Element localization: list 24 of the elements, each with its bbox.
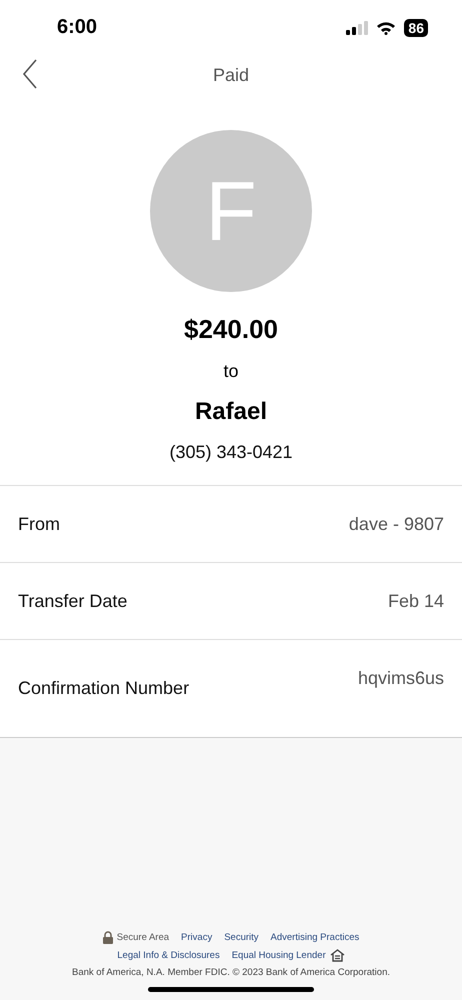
footer-link[interactable]: Security: [224, 932, 259, 943]
to-label: to: [223, 361, 238, 382]
detail-label: From: [18, 514, 60, 534]
amount: $240.00: [184, 314, 278, 345]
wifi-icon: [376, 20, 396, 34]
status-time: 6:00: [57, 16, 98, 39]
page-title: Paid: [212, 64, 250, 86]
battery-level: 86: [404, 18, 428, 36]
secure-area-label: Secure Area: [116, 932, 170, 943]
signal-icon: [346, 20, 368, 34]
detail-value: hqvims6us: [358, 668, 444, 689]
footer-link[interactable]: Advertising Practices: [270, 932, 360, 943]
recipient-name: Rafael: [194, 398, 268, 426]
footer-link[interactable]: Equal Housing Lender: [232, 950, 326, 961]
lock-icon: [102, 931, 113, 944]
house-icon: [330, 949, 345, 962]
detail-label: Confirmation Number: [18, 678, 190, 699]
detail-value: dave - 9807: [348, 514, 444, 534]
legal-text: Bank of America, N.A. Member FDIC. © 2023 Bank of America Corporation.: [72, 967, 390, 978]
detail-label: Transfer Date: [18, 590, 128, 612]
footer-link[interactable]: Privacy: [181, 932, 212, 943]
recipient-phone: (305) 343-0421: [169, 442, 293, 463]
detail-value: Feb 14: [388, 590, 444, 612]
footer-link[interactable]: Legal Info & Disclosures: [117, 950, 220, 961]
